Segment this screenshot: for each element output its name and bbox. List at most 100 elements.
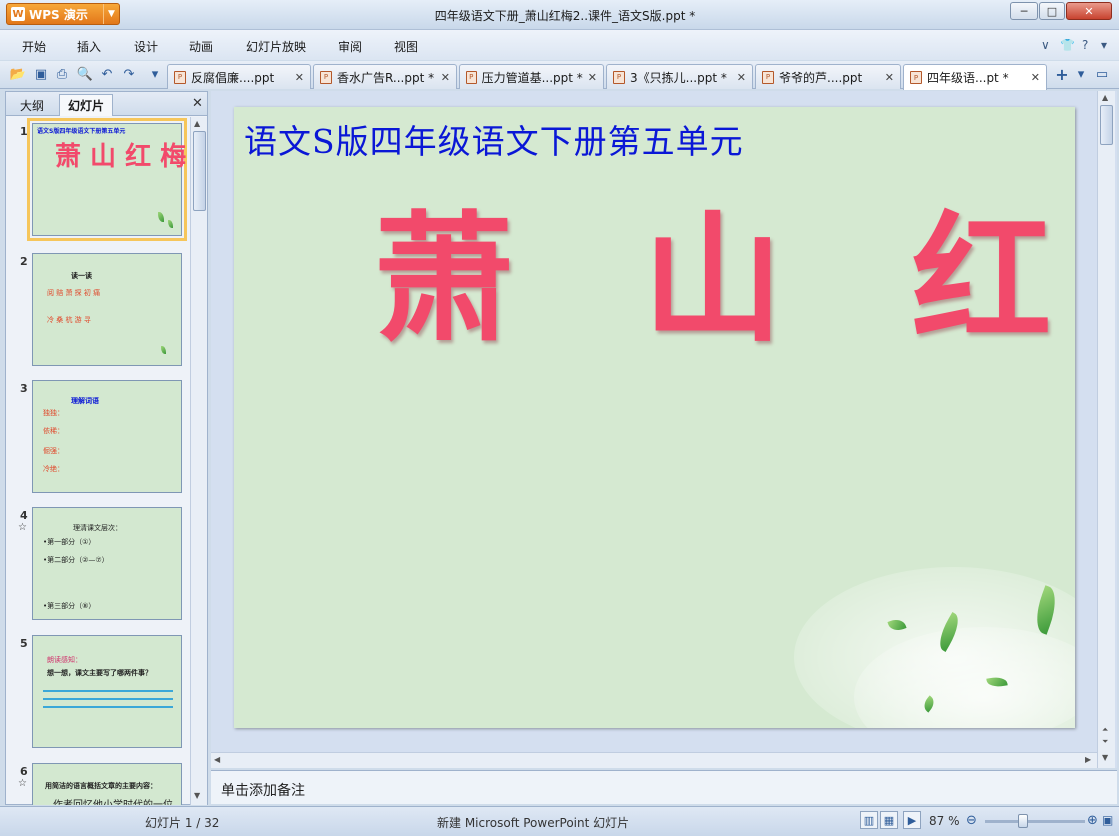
notes-pane[interactable]: 单击添加备注	[211, 770, 1117, 804]
current-slide[interactable]: 语文S版四年级语文下册第五单元 萧 山 红 梅	[234, 107, 1075, 728]
help-icon[interactable]: ?	[1082, 38, 1088, 52]
thumb-line: 朗读感知：	[47, 656, 82, 664]
customize-dropdown-icon[interactable]: ▾	[147, 66, 163, 82]
tab-list-icon[interactable]: ▾	[1073, 66, 1089, 82]
thumb-line: 倔强：	[43, 447, 64, 455]
doc-tab-3[interactable]: P 压力管道基...ppt * ✕	[459, 64, 604, 89]
zoom-in-icon[interactable]: ⊕	[1087, 813, 1098, 828]
menu-view[interactable]: 视图	[394, 38, 418, 55]
thumb-line: •第二部分（②—⑦）	[43, 556, 109, 564]
thumbnail-slide-6[interactable]: 用简洁的语言概括文章的主要内容： 作者回忆他小学时代的一位	[32, 763, 182, 805]
fit-window-icon[interactable]: ▣	[1102, 813, 1113, 827]
skin-icon[interactable]: 👕	[1060, 38, 1075, 52]
tab-outline[interactable]: 大纲	[12, 94, 52, 116]
thumbnail-slide-1[interactable]: 语文S版四年级语文下册第五单元 萧 山 红 梅	[27, 118, 187, 241]
doc-tab-5[interactable]: P 爷爷的芦....ppt ✕	[755, 64, 901, 89]
scroll-thumb[interactable]	[1100, 105, 1113, 145]
previous-slide-icon[interactable]: ⏶	[1102, 725, 1108, 735]
doc-tab-4[interactable]: P 3《只拣儿...ppt * ✕	[606, 64, 753, 89]
doc-tab-label: 四年级语...pt *	[927, 71, 1009, 85]
menu-home[interactable]: 开始	[22, 38, 46, 55]
menu-animation[interactable]: 动画	[189, 38, 213, 55]
thumb-line: 理清课文层次：	[73, 524, 122, 532]
scroll-down-icon[interactable]: ▼	[194, 791, 200, 800]
ppt-file-icon: P	[910, 71, 922, 84]
maximize-button[interactable]: □	[1039, 2, 1065, 20]
scroll-down-icon[interactable]: ▼	[1102, 753, 1108, 762]
horizontal-scrollbar[interactable]: ◀ ▶	[211, 752, 1097, 768]
ppt-file-icon: P	[613, 70, 625, 84]
thumb-line: 作者回忆他小学时代的一位	[53, 796, 173, 805]
template-name: 新建 Microsoft PowerPoint 幻灯片	[437, 816, 630, 830]
close-tab-icon[interactable]: ✕	[441, 71, 450, 84]
print-preview-icon[interactable]: 🔍	[77, 66, 93, 82]
menu-design[interactable]: 设计	[134, 38, 158, 55]
options-icon[interactable]: ▾	[1101, 38, 1107, 52]
doc-tab-2[interactable]: P 香水广告R...ppt * ✕	[313, 64, 457, 89]
slide-scrollbar[interactable]: ▲ ⏶ ⏷ ▼	[1097, 91, 1115, 768]
thumb-line: 阅 赔 萧 探 初 痛	[47, 289, 101, 297]
ppt-file-icon: P	[762, 70, 774, 84]
doc-tab-1[interactable]: P 反腐倡廉....ppt ✕	[167, 64, 311, 89]
wps-logo-icon: W	[11, 7, 25, 21]
doc-tab-label: 3《只拣儿...ppt *	[630, 70, 727, 85]
thumbnail-slide-3[interactable]: 理解词语 独独： 依稀： 倔强： 冷绝：	[32, 380, 182, 493]
animation-star-icon: ☆	[18, 778, 27, 789]
thumbnail-slide-2[interactable]: 读一读 阅 赔 萧 探 初 痛 冷 桑 杭 游 寻	[32, 253, 182, 366]
app-menu-button[interactable]: W WPS 演示 ▼	[6, 3, 120, 25]
scroll-right-icon[interactable]: ▶	[1085, 755, 1091, 764]
close-panel-icon[interactable]: ✕	[192, 96, 203, 111]
window-layout-icon[interactable]: ▭	[1094, 66, 1110, 82]
collapse-ribbon-icon[interactable]: ∨	[1041, 38, 1050, 52]
open-folder-icon[interactable]: 📂	[10, 66, 26, 82]
minimize-button[interactable]: ─	[1010, 2, 1038, 20]
new-tab-icon[interactable]: +	[1054, 65, 1070, 84]
close-tab-icon[interactable]: ✕	[885, 71, 894, 84]
menu-slideshow[interactable]: 幻灯片放映	[246, 38, 306, 55]
menu-insert[interactable]: 插入	[77, 38, 101, 55]
zoom-slider-handle[interactable]	[1018, 814, 1028, 828]
scroll-up-icon[interactable]: ▲	[194, 119, 200, 128]
normal-view-icon[interactable]: ▥	[860, 811, 878, 829]
thumbnail-slide-4[interactable]: 理清课文层次： •第一部分（①） •第二部分（②—⑦） •第三部分（⑧）	[32, 507, 182, 620]
thumb-number: 6	[20, 765, 28, 778]
app-name: WPS 演示	[29, 7, 88, 22]
thumb-number: 4	[20, 509, 28, 522]
slideshow-view-icon[interactable]: ▶	[903, 811, 921, 829]
print-icon[interactable]: ⎙	[54, 66, 70, 82]
menu-review[interactable]: 审阅	[338, 38, 362, 55]
thumbnail-scrollbar[interactable]: ▲ ▼	[190, 117, 207, 805]
scroll-left-icon[interactable]: ◀	[214, 755, 220, 764]
slide-title[interactable]: 萧 山 红 梅	[374, 167, 1075, 369]
slide-subtitle[interactable]: 语文S版四年级语文下册第五单元	[244, 115, 744, 163]
thumb-line: 读一读	[71, 272, 92, 280]
zoom-slider[interactable]	[985, 820, 1085, 823]
next-slide-icon[interactable]: ⏷	[1102, 737, 1108, 747]
tab-slides[interactable]: 幻灯片	[59, 94, 114, 116]
thumb-line: •第一部分（①）	[43, 538, 96, 546]
redo-icon[interactable]: ↷	[121, 66, 137, 82]
ppt-file-icon: P	[174, 70, 186, 84]
doc-tab-6-active[interactable]: P 四年级语...pt * ✕	[903, 64, 1047, 90]
window-title: 四年级语文下册_萧山红梅2..课件_语文S版.ppt *	[434, 9, 696, 23]
notes-placeholder[interactable]: 单击添加备注	[221, 780, 305, 800]
save-icon[interactable]: ▣	[33, 66, 49, 82]
close-tab-icon[interactable]: ✕	[295, 71, 304, 84]
slide-counter: 幻灯片 1 / 32	[145, 816, 220, 830]
thumb-number: 2	[20, 255, 28, 268]
title-bar: W WPS 演示 ▼ 四年级语文下册_萧山红梅2..课件_语文S版.ppt * …	[0, 0, 1119, 30]
thumb-line: 冷 桑 杭 游 寻	[47, 316, 91, 324]
zoom-out-icon[interactable]: ⊖	[966, 813, 977, 828]
close-tab-icon[interactable]: ✕	[737, 71, 746, 84]
close-tab-icon[interactable]: ✕	[588, 71, 597, 84]
undo-icon[interactable]: ↶	[99, 66, 115, 82]
doc-tab-label: 压力管道基...ppt *	[481, 70, 583, 85]
slide-sorter-view-icon[interactable]: ▦	[880, 811, 898, 829]
close-window-button[interactable]: ✕	[1066, 2, 1112, 20]
thumb-line: 用简洁的语言概括文章的主要内容：	[45, 782, 157, 790]
scroll-thumb[interactable]	[193, 131, 206, 211]
scroll-up-icon[interactable]: ▲	[1102, 93, 1108, 102]
thumbnail-slide-5[interactable]: 朗读感知： 想一想，课文主要写了哪两件事？	[32, 635, 182, 748]
close-tab-icon[interactable]: ✕	[1031, 71, 1040, 84]
leaf-decoration	[168, 220, 173, 228]
